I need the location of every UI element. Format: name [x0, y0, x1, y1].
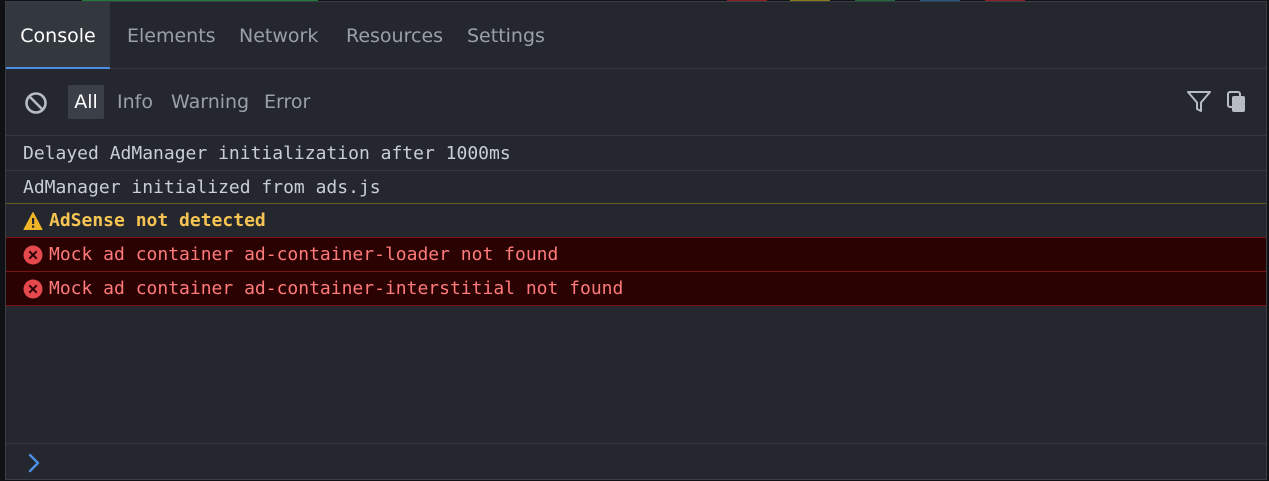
- error-row: Mock ad container ad-container-loader no…: [6, 237, 1266, 272]
- warning-message: AdSense not detected: [49, 210, 266, 231]
- chevron-right-icon: [28, 453, 40, 473]
- copy-button[interactable]: [1226, 89, 1248, 119]
- clear-console-button[interactable]: [23, 90, 49, 116]
- log-message: AdManager initialized from ads.js: [23, 177, 381, 198]
- tab-settings[interactable]: Settings: [467, 2, 545, 69]
- error-message: Mock ad container ad-container-interstit…: [49, 278, 624, 299]
- error-message: Mock ad container ad-container-loader no…: [49, 244, 559, 265]
- error-row: Mock ad container ad-container-interstit…: [6, 271, 1266, 306]
- clear-console-icon: [25, 92, 47, 114]
- console-log-list: Delayed AdManager initialization after 1…: [6, 136, 1266, 443]
- tab-console[interactable]: Console: [6, 2, 110, 69]
- filter-all[interactable]: All: [68, 85, 104, 119]
- filter-error[interactable]: Error: [264, 85, 310, 119]
- copy-icon: [1227, 91, 1245, 112]
- log-row: Delayed AdManager initialization after 1…: [6, 136, 1266, 171]
- tab-network[interactable]: Network: [239, 2, 318, 69]
- tab-bar: Console Elements Network Resources Setti…: [6, 2, 1266, 69]
- warning-row: AdSense not detected: [6, 203, 1266, 237]
- log-message: Delayed AdManager initialization after 1…: [23, 143, 511, 164]
- log-row: AdManager initialized from ads.js: [6, 171, 1266, 204]
- filter-warning[interactable]: Warning: [171, 85, 249, 119]
- console-input-row: [6, 443, 1266, 479]
- console-toolbar: All Info Warning Error: [6, 69, 1266, 136]
- funnel-icon: [1187, 91, 1211, 112]
- tab-resources[interactable]: Resources: [346, 2, 443, 69]
- devtools-panel: Console Elements Network Resources Setti…: [5, 1, 1267, 480]
- filter-button[interactable]: [1186, 89, 1212, 119]
- console-input[interactable]: [50, 448, 1254, 478]
- tab-elements[interactable]: Elements: [127, 2, 216, 69]
- filter-info[interactable]: Info: [117, 85, 153, 119]
- error-icon: [23, 245, 43, 265]
- warning-icon: [23, 212, 43, 230]
- error-icon: [23, 279, 43, 299]
